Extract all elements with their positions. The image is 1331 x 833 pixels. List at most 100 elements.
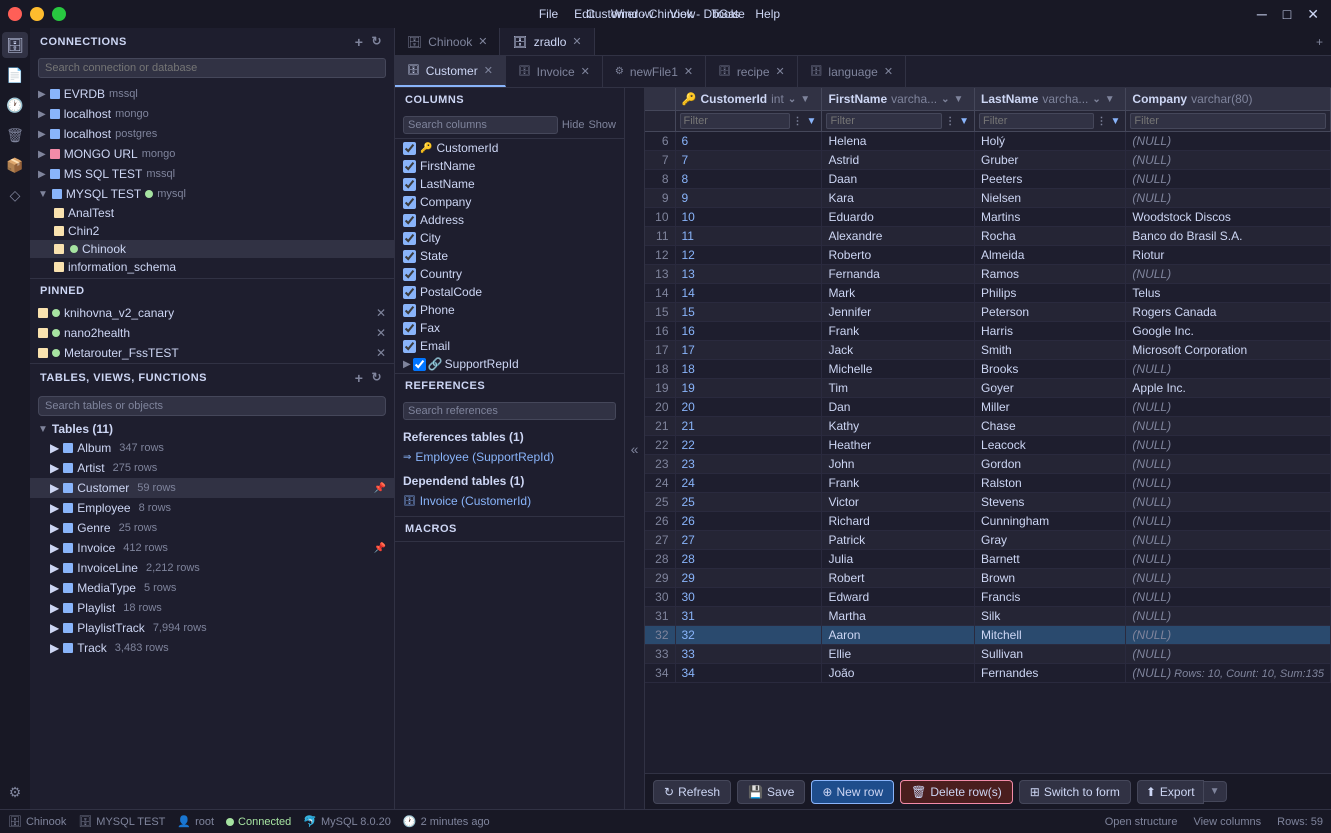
table-row[interactable]: 30 30 Edward Francis (NULL) [645,588,1331,607]
table-row[interactable]: 6 6 Helena Holý (NULL) [645,132,1331,151]
sort-icon[interactable]: ⌄ [941,94,949,105]
table-row[interactable]: 18 18 Michelle Brooks (NULL) [645,360,1331,379]
cell-id[interactable]: 10 [675,208,822,227]
col-checkbox[interactable] [403,268,416,281]
table-row[interactable]: 34 34 João Fernandes (NULL) Rows: 10, Co… [645,664,1331,683]
cell-id[interactable]: 15 [675,303,822,322]
cell-id[interactable]: 14 [675,284,822,303]
connections-search-input[interactable] [38,58,386,78]
activity-connections[interactable]: 🗄 [2,32,28,58]
sort-icon[interactable]: ⌄ [1092,94,1100,105]
switch-form-btn[interactable]: ⊞ Switch to form [1019,780,1131,804]
columns-search-input[interactable] [403,116,558,134]
table-row[interactable]: 19 19 Tim Goyer Apple Inc. [645,379,1331,398]
col-header-company[interactable]: Company varchar(80) [1126,88,1331,111]
col-item-customerid[interactable]: 🔑 CustomerId [395,139,624,157]
filter-options-btn[interactable]: ⋮ [792,116,804,127]
table-row[interactable]: 20 20 Dan Miller (NULL) [645,398,1331,417]
tables-search-input[interactable] [45,400,379,412]
filter-options-btn[interactable]: ⋮ [944,116,956,127]
col-item-address[interactable]: Address [395,211,624,229]
pinned-item-1[interactable]: nano2health ✕ [30,323,394,343]
show-btn[interactable]: Show [588,119,616,131]
table-item-customer[interactable]: ▶ Customer 59 rows 📌 [30,478,394,498]
table-row[interactable]: 31 31 Martha Silk (NULL) [645,607,1331,626]
minimize-btn[interactable]: ─ [1253,6,1271,23]
delete-row-btn[interactable]: 🗑 Delete row(s) [900,780,1013,804]
col-item-state[interactable]: State [395,247,624,265]
doc-tab-close[interactable]: ✕ [484,64,493,77]
table-row[interactable]: 12 12 Roberto Almeida Riotur [645,246,1331,265]
refresh-btn[interactable]: ↻ Refresh [653,780,731,804]
col-checkbox[interactable] [403,322,416,335]
view-columns-btn[interactable]: View columns [1193,816,1261,828]
table-row[interactable]: 28 28 Julia Barnett (NULL) [645,550,1331,569]
cell-id[interactable]: 31 [675,607,822,626]
table-item-playlist[interactable]: ▶ Playlist 18 rows [30,598,394,618]
doc-tab-customer[interactable]: 🗄 Customer ✕ [395,56,506,87]
filter-input-customerid[interactable] [680,113,790,129]
menu-help[interactable]: Help [755,7,780,21]
refs-search-input[interactable] [403,402,616,420]
table-row[interactable]: 24 24 Frank Ralston (NULL) [645,474,1331,493]
menu-file[interactable]: File [539,7,558,21]
filter-options-btn[interactable]: ⋮ [1096,116,1108,127]
table-item-playlisttrack[interactable]: ▶ PlaylistTrack 7,994 rows [30,618,394,638]
activity-trash[interactable]: 🗑 [2,122,28,148]
col-checkbox[interactable] [403,142,416,155]
col-item-phone[interactable]: Phone [395,301,624,319]
sort-icon[interactable]: ⌄ [788,94,796,105]
cell-id[interactable]: 9 [675,189,822,208]
table-row[interactable]: 22 22 Heather Leacock (NULL) [645,436,1331,455]
add-connection-btn[interactable]: + [353,34,366,50]
conn-item-localhost-mongo[interactable]: ▶ localhost mongo [30,104,394,124]
table-item-invoice[interactable]: ▶ Invoice 412 rows 📌 [30,538,394,558]
filter-icon[interactable]: ▼ [1105,94,1115,105]
doc-tab-newfile1[interactable]: ⚙ newFile1 ✕ [603,56,706,87]
hide-btn[interactable]: Hide [562,119,585,131]
table-item-artist[interactable]: ▶ Artist 275 rows [30,458,394,478]
table-item-track[interactable]: ▶ Track 3,483 rows [30,638,394,658]
table-row[interactable]: 17 17 Jack Smith Microsoft Corporation [645,341,1331,360]
table-row[interactable]: 26 26 Richard Cunningham (NULL) [645,512,1331,531]
cell-id[interactable]: 19 [675,379,822,398]
collapse-panel-btn[interactable]: « [625,88,645,809]
col-item-company[interactable]: Company [395,193,624,211]
export-main-btn[interactable]: ⬆ Export [1137,780,1204,804]
activity-settings[interactable]: ⚙ [2,779,28,805]
cell-id[interactable]: 26 [675,512,822,531]
cell-id[interactable]: 34 [675,664,822,683]
filter-active-btn[interactable]: ▼ [806,116,818,127]
table-item-mediatype[interactable]: ▶ MediaType 5 rows [30,578,394,598]
table-item-genre[interactable]: ▶ Genre 25 rows [30,518,394,538]
table-row[interactable]: 29 29 Robert Brown (NULL) [645,569,1331,588]
cell-id[interactable]: 28 [675,550,822,569]
filter-icon[interactable]: ▼ [954,94,964,105]
col-header-customerid[interactable]: 🔑 CustomerId int ⌄ ▼ [675,88,822,111]
activity-packages[interactable]: 📦 [2,152,28,178]
doc-tab-invoice[interactable]: 🗄 Invoice ✕ [506,56,603,87]
refresh-tables-btn[interactable]: ↻ [369,370,384,386]
window-tab-close[interactable]: ✕ [478,35,487,48]
pinned-close-btn[interactable]: ✕ [376,326,386,340]
pinned-item-0[interactable]: knihovna_v2_canary ✕ [30,303,394,323]
refresh-connections-btn[interactable]: ↻ [369,34,384,50]
col-checkbox[interactable] [403,340,416,353]
close-btn[interactable]: ✕ [1303,6,1323,23]
activity-files[interactable]: 📄 [2,62,28,88]
pinned-item-2[interactable]: Metarouter_FssTEST ✕ [30,343,394,363]
table-row[interactable]: 21 21 Kathy Chase (NULL) [645,417,1331,436]
col-item-fax[interactable]: Fax [395,319,624,337]
conn-item-evrdb[interactable]: ▶ EVRDB mssql [30,84,394,104]
doc-tab-close[interactable]: ✕ [776,65,785,78]
window-tab-close[interactable]: ✕ [572,35,581,48]
filter-input-firstname[interactable] [826,113,942,129]
cell-id[interactable]: 20 [675,398,822,417]
table-row[interactable]: 32 32 Aaron Mitchell (NULL) [645,626,1331,645]
doc-tab-recipe[interactable]: 🗄 recipe ✕ [706,56,798,87]
filter-active-btn[interactable]: ▼ [958,116,970,127]
cell-id[interactable]: 16 [675,322,822,341]
table-row[interactable]: 23 23 John Gordon (NULL) [645,455,1331,474]
table-row[interactable]: 9 9 Kara Nielsen (NULL) [645,189,1331,208]
activity-diagram[interactable]: ◇ [2,182,28,208]
